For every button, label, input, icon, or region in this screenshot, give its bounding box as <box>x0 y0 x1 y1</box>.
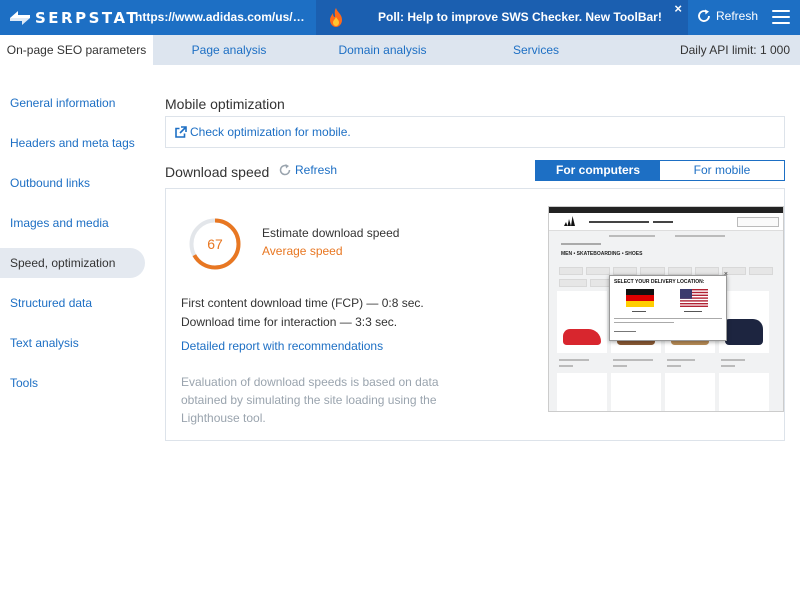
device-toggle: For computers For mobile <box>535 160 785 181</box>
sidebar-item-general-information[interactable]: General information <box>0 88 145 118</box>
poll-banner[interactable]: Poll: Help to improve SWS Checker. New T… <box>316 0 688 35</box>
tab-on-page-seo[interactable]: On-page SEO parameters <box>0 35 153 65</box>
speed-score: 67 <box>207 236 223 252</box>
preview-filter-row <box>559 267 773 275</box>
germany-flag-icon <box>626 289 654 307</box>
serpstat-logo[interactable]: SERPSTAT <box>10 8 139 28</box>
refresh-button[interactable]: Refresh <box>697 9 758 23</box>
lighthouse-note: Evaluation of download speeds is based o… <box>181 375 439 425</box>
mobile-check-box: Check optimization for mobile. <box>165 116 785 148</box>
download-speed-refresh-label: Refresh <box>295 163 338 177</box>
refresh-icon <box>698 9 710 22</box>
check-mobile-label: Check optimization for mobile. <box>190 125 351 139</box>
refresh-icon <box>279 164 291 176</box>
sidebar-item-headers-meta[interactable]: Headers and meta tags <box>0 128 145 158</box>
toggle-for-computers[interactable]: For computers <box>536 161 660 180</box>
fire-icon <box>330 8 342 27</box>
preview-search-box <box>737 217 779 227</box>
adidas-logo-icon <box>564 216 575 226</box>
toggle-for-mobile[interactable]: For mobile <box>660 161 784 180</box>
preview-product-card <box>557 373 607 411</box>
refresh-label: Refresh <box>716 9 759 23</box>
estimate-label: Estimate download speed <box>262 226 400 240</box>
detailed-report-link[interactable]: Detailed report with recommendations <box>181 339 383 353</box>
check-mobile-link[interactable]: Check optimization for mobile. <box>174 125 351 139</box>
fcp-metric: First content download time (FCP) — 0:8 … <box>181 296 424 310</box>
top-bar: SERPSTAT https://www.adidas.com/us/men-s… <box>0 0 800 35</box>
tab-services[interactable]: Services <box>460 35 612 65</box>
api-limit: Daily API limit: 1 000 <box>679 43 790 57</box>
download-speed-title: Download speed <box>165 164 270 180</box>
sidebar-item-structured-data[interactable]: Structured data <box>0 288 145 318</box>
preview-page-heading: MEN • SKATEBOARDING • SHOES <box>561 251 643 257</box>
poll-text[interactable]: Poll: Help to improve SWS Checker. New T… <box>378 10 662 24</box>
mobile-optimization-title: Mobile optimization <box>165 96 285 112</box>
preview-modal-title: SELECT YOUR DELIVERY LOCATION: <box>614 279 705 285</box>
usa-flag-icon <box>680 289 708 307</box>
sidebar-item-outbound-links[interactable]: Outbound links <box>0 168 145 198</box>
main-tabs: On-page SEO parameters Page analysis Dom… <box>0 35 800 65</box>
tab-domain-analysis[interactable]: Domain analysis <box>305 35 460 65</box>
preview-delivery-modal: × SELECT YOUR DELIVERY LOCATION: <box>609 271 728 341</box>
preview-nav <box>549 213 783 231</box>
poll-close-button[interactable]: × <box>674 2 682 16</box>
download-speed-panel: 67 Estimate download speed Average speed… <box>165 188 785 441</box>
estimate-value: Average speed <box>262 244 343 258</box>
page-screenshot-preview: MEN • SKATEBOARDING • SHOES × SELECT YOU… <box>548 206 784 412</box>
preview-product-card <box>611 373 661 411</box>
logo-text: SERPSTAT <box>35 9 140 27</box>
download-speed-refresh-button[interactable]: Refresh <box>279 163 337 177</box>
tab-page-analysis[interactable]: Page analysis <box>153 35 305 65</box>
serpstat-logo-icon <box>10 11 30 25</box>
preview-product-card <box>719 373 769 411</box>
hamburger-menu-icon[interactable] <box>772 10 790 24</box>
preview-modal-close-icon: × <box>723 271 728 278</box>
sidebar-item-speed-optimization[interactable]: Speed, optimization <box>0 248 145 278</box>
sidebar-item-text-analysis[interactable]: Text analysis <box>0 328 145 358</box>
current-url: https://www.adidas.com/us/men-skateboard… <box>135 10 305 24</box>
sidebar-item-tools[interactable]: Tools <box>0 368 145 398</box>
interaction-metric: Download time for interaction — 3:3 sec. <box>181 315 398 329</box>
sidebar-item-images-media[interactable]: Images and media <box>0 208 145 238</box>
preview-product-card <box>557 291 607 353</box>
external-link-icon <box>175 125 187 138</box>
preview-product-card <box>665 373 715 411</box>
